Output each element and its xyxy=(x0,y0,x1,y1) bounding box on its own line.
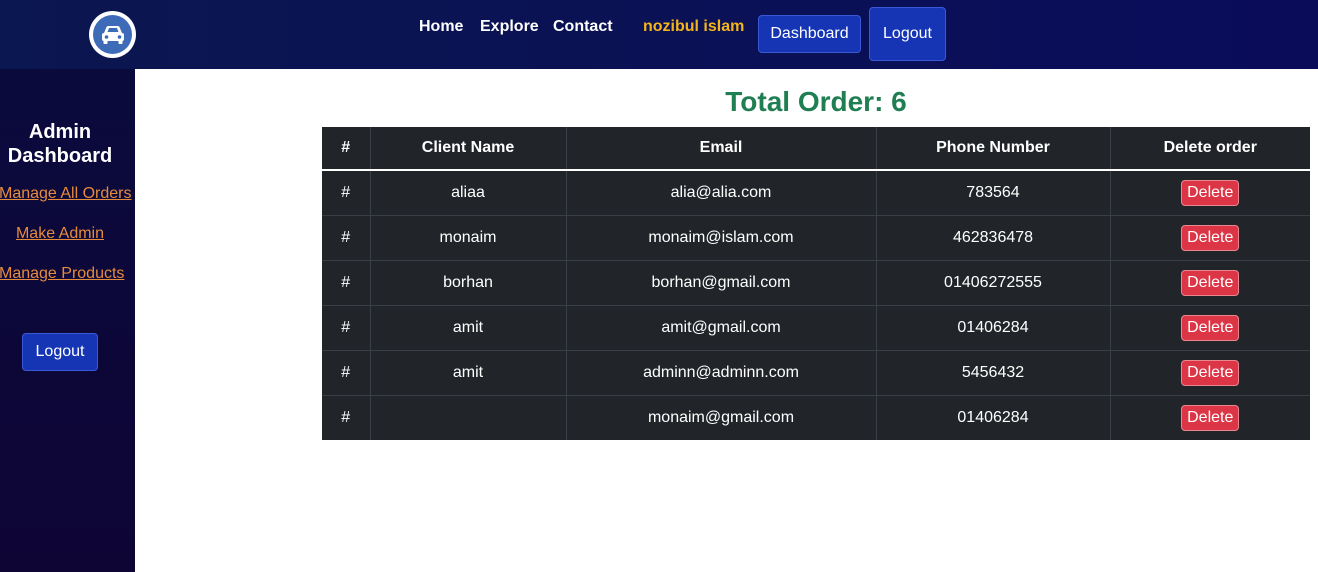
logout-button[interactable]: Logout xyxy=(869,7,946,61)
action-cell: Delete xyxy=(1110,305,1310,350)
nav-link-contact[interactable]: Contact xyxy=(553,18,613,36)
phone-cell: 01406272555 xyxy=(876,260,1111,305)
table-row: # aliaa alia@alia.com 783564 Delete xyxy=(322,170,1310,215)
admin-sidebar: Admin Dashboard Manage All Orders Make A… xyxy=(0,69,135,572)
delete-order-button[interactable]: Delete xyxy=(1181,314,1240,341)
sidebar-title: Admin Dashboard xyxy=(7,121,113,167)
total-orders-heading: Total Order: 6 xyxy=(725,86,907,117)
top-navbar: Home Explore Contact nozibul islam Dashb… xyxy=(0,0,1318,69)
delete-order-button[interactable]: Delete xyxy=(1181,404,1240,431)
row-index: # xyxy=(322,305,371,350)
email-cell: adminn@adminn.com xyxy=(566,350,877,395)
row-index: # xyxy=(322,395,371,440)
phone-cell: 01406284 xyxy=(876,395,1111,440)
email-cell: monaim@gmail.com xyxy=(566,395,877,440)
client-name-cell: monaim xyxy=(370,215,567,260)
client-name-cell: amit xyxy=(370,350,567,395)
site-logo[interactable] xyxy=(89,11,136,58)
dashboard-button[interactable]: Dashboard xyxy=(758,15,861,53)
delete-order-button[interactable]: Delete xyxy=(1181,359,1240,386)
column-header-client-name: Client Name xyxy=(370,127,567,170)
delete-order-button[interactable]: Delete xyxy=(1181,224,1240,251)
table-row: # monaim monaim@islam.com 462836478 Dele… xyxy=(322,215,1310,260)
client-name-cell: borhan xyxy=(370,260,567,305)
table-header-row: # Client Name Email Phone Number Delete … xyxy=(322,127,1310,170)
action-cell: Delete xyxy=(1110,260,1310,305)
nav-link-home[interactable]: Home xyxy=(419,18,463,36)
table-row: # amit amit@gmail.com 01406284 Delete xyxy=(322,305,1310,350)
client-name-cell xyxy=(370,395,567,440)
action-cell: Delete xyxy=(1110,395,1310,440)
table-row: # amit adminn@adminn.com 5456432 Delete xyxy=(322,350,1310,395)
client-name-cell: aliaa xyxy=(370,170,567,215)
sidebar-link-make-admin[interactable]: Make Admin xyxy=(0,225,121,243)
row-index: # xyxy=(322,350,371,395)
column-header-phone-number: Phone Number xyxy=(876,127,1111,170)
phone-cell: 462836478 xyxy=(876,215,1111,260)
client-name-cell: amit xyxy=(370,305,567,350)
phone-cell: 5456432 xyxy=(876,350,1111,395)
sidebar-link-manage-all-orders[interactable]: Manage All Orders xyxy=(0,185,132,203)
orders-table: # Client Name Email Phone Number Delete … xyxy=(322,127,1310,440)
delete-order-button[interactable]: Delete xyxy=(1181,269,1240,296)
car-icon xyxy=(93,15,132,54)
column-header-email: Email xyxy=(566,127,877,170)
table-row: # monaim@gmail.com 01406284 Delete xyxy=(322,395,1310,440)
sidebar-link-manage-products[interactable]: Manage Products xyxy=(0,265,124,283)
row-index: # xyxy=(322,215,371,260)
nav-link-explore[interactable]: Explore xyxy=(480,18,539,36)
phone-cell: 783564 xyxy=(876,170,1111,215)
action-cell: Delete xyxy=(1110,215,1310,260)
column-header-delete-order: Delete order xyxy=(1163,139,1257,156)
row-index: # xyxy=(322,170,371,215)
email-cell: amit@gmail.com xyxy=(566,305,877,350)
delete-order-button[interactable]: Delete xyxy=(1181,179,1240,206)
sidebar-logout-button[interactable]: Logout xyxy=(22,333,98,371)
action-cell: Delete xyxy=(1110,170,1310,215)
table-row: # borhan borhan@gmail.com 01406272555 De… xyxy=(322,260,1310,305)
action-cell: Delete xyxy=(1110,350,1310,395)
email-cell: monaim@islam.com xyxy=(566,215,877,260)
user-name: nozibul islam xyxy=(643,18,745,35)
email-cell: alia@alia.com xyxy=(566,170,877,215)
email-cell: borhan@gmail.com xyxy=(566,260,877,305)
column-header-index: # xyxy=(322,127,371,170)
phone-cell: 01406284 xyxy=(876,305,1111,350)
row-index: # xyxy=(322,260,371,305)
